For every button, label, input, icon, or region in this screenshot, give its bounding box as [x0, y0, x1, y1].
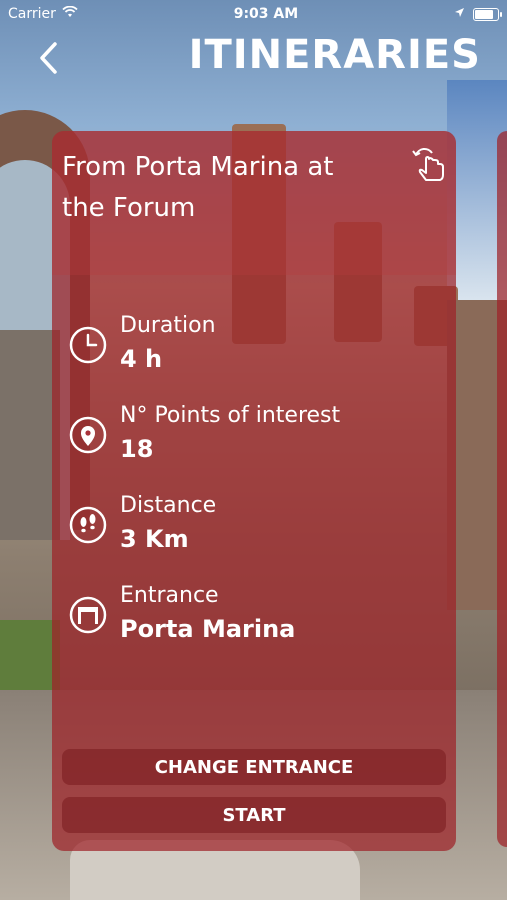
page-title: ITINERARIES	[188, 32, 481, 78]
info-label: N° Points of interest	[120, 403, 341, 428]
map-pin-icon	[68, 415, 108, 455]
location-arrow-icon	[454, 6, 465, 22]
battery-icon	[472, 7, 502, 21]
info-distance: Distance 3 Km	[68, 491, 428, 571]
gate-icon	[68, 595, 108, 635]
itinerary-card[interactable]: From Porta Marina at the Forum Duration …	[52, 131, 456, 851]
carrier-label: Carrier	[8, 6, 56, 22]
info-value: 4 h	[120, 345, 163, 373]
info-entrance: Entrance Porta Marina	[68, 581, 428, 661]
next-itinerary-card[interactable]	[497, 131, 507, 847]
info-duration: Duration 4 h	[68, 311, 428, 391]
wifi-icon	[62, 5, 78, 22]
clock-time: 9:03 AM	[233, 6, 299, 22]
swipe-hand-icon	[408, 145, 448, 185]
status-bar: Carrier 9:03 AM	[0, 0, 507, 28]
chevron-left-icon	[40, 42, 57, 74]
info-label: Distance	[120, 493, 217, 518]
info-label: Duration	[120, 313, 216, 338]
info-label: Entrance	[120, 583, 219, 608]
clock-icon	[68, 325, 108, 365]
info-value: 18	[120, 435, 154, 463]
change-entrance-button[interactable]: CHANGE ENTRANCE	[62, 749, 446, 785]
footsteps-icon	[68, 505, 108, 545]
start-button[interactable]: START	[62, 797, 446, 833]
info-value: Porta Marina	[120, 615, 296, 643]
info-points-of-interest: N° Points of interest 18	[68, 401, 428, 481]
info-value: 3 Km	[120, 525, 189, 553]
nav-header: ITINERARIES	[0, 28, 507, 88]
itinerary-title: From Porta Marina at the Forum	[62, 152, 334, 223]
back-button[interactable]	[30, 38, 66, 78]
